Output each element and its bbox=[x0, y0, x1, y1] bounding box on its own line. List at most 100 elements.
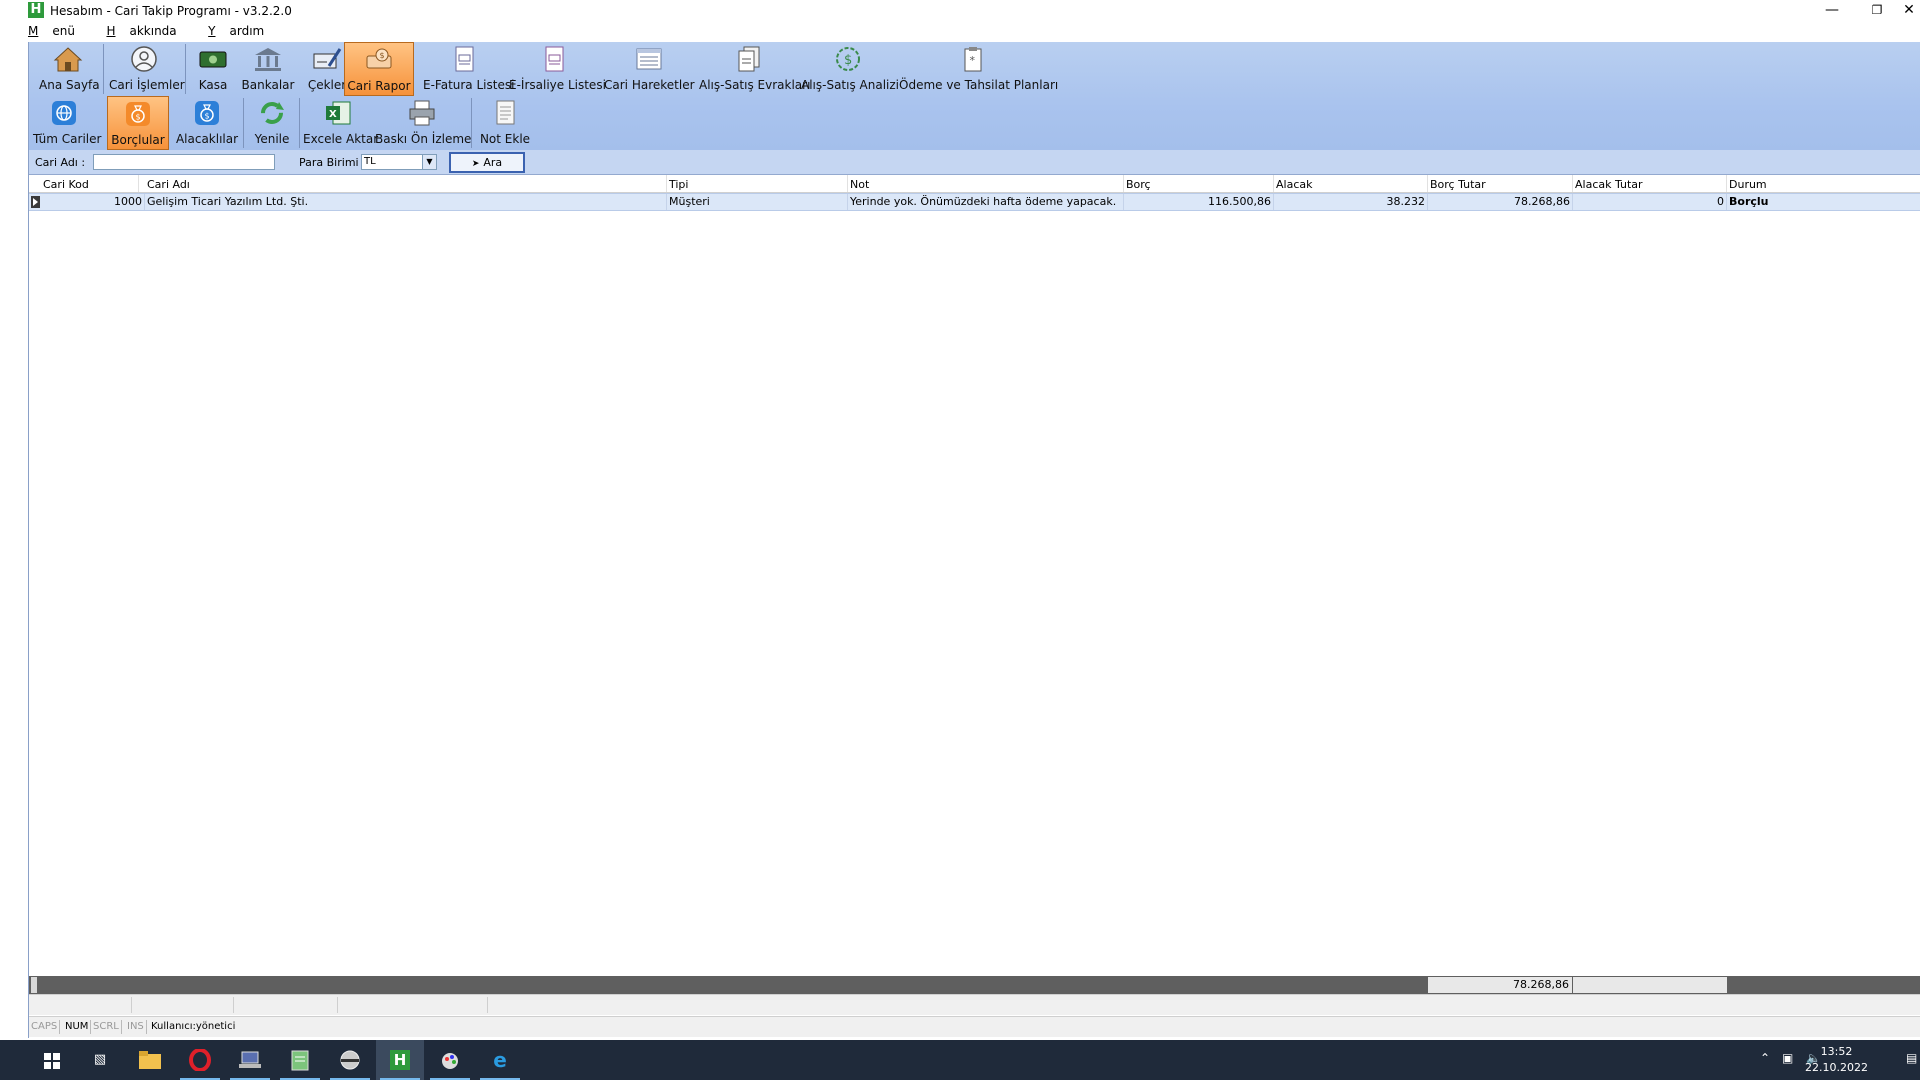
globe-icon bbox=[49, 99, 79, 127]
svg-text:$: $ bbox=[136, 113, 141, 122]
para-birimi-select[interactable]: TL ▼ bbox=[361, 154, 437, 170]
column-header[interactable]: Alacak bbox=[1274, 175, 1428, 192]
menu-menu[interactable]: Menü bbox=[28, 24, 89, 38]
opera-button[interactable] bbox=[176, 1040, 224, 1080]
close-button[interactable]: ✕ bbox=[1898, 0, 1920, 22]
svg-text:$: $ bbox=[844, 53, 852, 68]
laptop-icon bbox=[239, 1051, 261, 1068]
hesabim-app-icon: H bbox=[390, 1050, 410, 1070]
cari-grid: Cari Kod Cari Adı Tipi Not Borç Alacak B… bbox=[29, 175, 1920, 211]
efatura-listesi-button[interactable]: E-Fatura Listesi bbox=[423, 42, 514, 94]
yenile-button[interactable]: Yenile bbox=[249, 96, 295, 148]
excel-icon: X bbox=[323, 99, 353, 127]
menu-yardim[interactable]: Yardım bbox=[208, 24, 278, 38]
alis-satis-evraklari-button[interactable]: Alış-Satış Evrakları bbox=[699, 42, 810, 94]
column-header[interactable]: Borç bbox=[1124, 175, 1274, 192]
odeme-tahsilat-planlari-button[interactable]: * Ödeme ve Tahsilat Planları bbox=[899, 42, 1058, 94]
cheque-icon bbox=[312, 45, 342, 73]
borc-tutar-cell: 78.268,86 bbox=[1428, 194, 1573, 210]
cari-islemler-button[interactable]: Cari İşlemler bbox=[109, 42, 185, 94]
cari-adi-input[interactable] bbox=[93, 154, 275, 170]
start-button[interactable] bbox=[28, 1040, 76, 1080]
cari-adi-label: Cari Adı : bbox=[35, 156, 86, 169]
svg-text:$: $ bbox=[380, 51, 385, 60]
grid-header: Cari Kod Cari Adı Tipi Not Borç Alacak B… bbox=[29, 175, 1920, 193]
list-window-icon bbox=[634, 45, 664, 73]
disk-icon bbox=[340, 1050, 360, 1070]
column-header[interactable]: Cari Adı bbox=[145, 175, 667, 192]
folder-icon bbox=[139, 1051, 161, 1069]
hesabim-taskbar-button[interactable]: H bbox=[376, 1040, 424, 1080]
ana-sayfa-button[interactable]: Ana Sayfa bbox=[39, 42, 100, 94]
alis-satis-analizi-button[interactable]: $ Alış-Satış Analizi bbox=[801, 42, 899, 94]
documents-icon bbox=[734, 45, 764, 73]
menu-bar: Menü Hakkında Yardım bbox=[28, 24, 292, 42]
search-arrow-icon: ➤ bbox=[471, 159, 480, 169]
opera-icon bbox=[189, 1049, 211, 1071]
borc-cell: 116.500,86 bbox=[1124, 194, 1274, 210]
print-preview-icon bbox=[407, 99, 437, 127]
menu-hakkinda[interactable]: Hakkında bbox=[106, 24, 190, 38]
restore-button[interactable]: ❐ bbox=[1857, 0, 1897, 22]
ins-indicator: INS bbox=[125, 1020, 147, 1034]
internet-explorer-button[interactable]: e bbox=[476, 1040, 524, 1080]
toolbar-area: Ana Sayfa Cari İşlemler Kasa Bankalar Çe… bbox=[29, 42, 1920, 150]
minimize-button[interactable]: — bbox=[1812, 0, 1852, 22]
waybill-icon bbox=[539, 45, 569, 73]
eirsaliye-listesi-button[interactable]: E-İrsaliye Listesi bbox=[509, 42, 606, 94]
excele-aktar-button[interactable]: X Excele Aktar bbox=[303, 96, 378, 148]
app-button-3[interactable] bbox=[326, 1040, 374, 1080]
svg-text:*: * bbox=[970, 54, 976, 67]
chevron-down-icon[interactable]: ▼ bbox=[422, 155, 436, 169]
network-icon[interactable]: ▣ bbox=[1782, 1051, 1793, 1065]
paint-icon bbox=[442, 1053, 458, 1069]
note-icon bbox=[490, 99, 520, 127]
column-header[interactable]: Tipi bbox=[667, 175, 848, 192]
cari-hareketler-button[interactable]: Cari Hareketler bbox=[604, 42, 695, 94]
chevron-up-icon[interactable]: ⌃ bbox=[1760, 1051, 1770, 1065]
clock[interactable]: 13:52 22.10.2022 bbox=[1805, 1044, 1868, 1076]
task-view-icon: ▧ bbox=[93, 1052, 107, 1067]
column-header[interactable]: Borç Tutar bbox=[1428, 175, 1573, 192]
column-header[interactable]: Durum bbox=[1727, 175, 1920, 192]
tum-cariler-button[interactable]: Tüm Cariler bbox=[33, 96, 101, 148]
app-button-4[interactable] bbox=[426, 1040, 474, 1080]
file-explorer-button[interactable] bbox=[126, 1040, 174, 1080]
tipi-cell: Müşteri bbox=[667, 194, 848, 210]
caps-indicator: CAPS bbox=[29, 1020, 61, 1034]
notification-icon[interactable]: ▤ bbox=[1906, 1051, 1917, 1065]
durum-cell: Borçlu bbox=[1727, 194, 1920, 210]
ie-icon: e bbox=[493, 1048, 507, 1072]
info-panes bbox=[29, 994, 1920, 1015]
app-button-1[interactable] bbox=[226, 1040, 274, 1080]
app-button-2[interactable] bbox=[276, 1040, 324, 1080]
notepad-icon bbox=[291, 1050, 309, 1071]
app-icon: H bbox=[28, 2, 44, 18]
alacaklilar-button[interactable]: $ Alacaklılar bbox=[175, 96, 239, 148]
filter-bar: Cari Adı : Para Birimi : TL ▼ ➤ Ara bbox=[29, 150, 1920, 175]
money-bag-icon: $ bbox=[192, 99, 222, 127]
cari-adi-cell: Gelişim Ticari Yazılım Ltd. Şti. bbox=[145, 194, 667, 210]
borclular-button[interactable]: $ Borçlular bbox=[107, 96, 169, 150]
bankalar-button[interactable]: Bankalar bbox=[239, 42, 297, 94]
alacak-cell: 38.232 bbox=[1274, 194, 1428, 210]
baski-on-izleme-button[interactable]: Baskı Ön İzleme bbox=[375, 96, 471, 148]
svg-text:$: $ bbox=[205, 112, 210, 121]
footer-borc-tutar-total: 78.268,86 bbox=[1428, 977, 1572, 993]
kasa-button[interactable]: Kasa bbox=[191, 42, 235, 94]
column-header[interactable]: Not bbox=[848, 175, 1124, 192]
row-selector-icon bbox=[31, 196, 40, 208]
cari-kod-cell: 1000 bbox=[41, 194, 145, 210]
user-icon bbox=[129, 45, 159, 73]
money-analysis-icon: $ bbox=[833, 45, 863, 73]
not-ekle-button[interactable]: Not Ekle bbox=[477, 96, 533, 148]
column-header[interactable]: Cari Kod bbox=[41, 175, 139, 192]
ara-button[interactable]: ➤ Ara bbox=[449, 152, 525, 173]
task-view-button[interactable]: ▧ bbox=[76, 1040, 124, 1080]
refresh-icon bbox=[257, 99, 287, 127]
table-row[interactable]: 1000 Gelişim Ticari Yazılım Ltd. Şti. Mü… bbox=[29, 193, 1920, 211]
invoice-icon bbox=[449, 45, 479, 73]
column-header[interactable]: Alacak Tutar bbox=[1573, 175, 1727, 192]
main-window: Ana Sayfa Cari İşlemler Kasa Bankalar Çe… bbox=[28, 42, 1920, 1038]
cari-rapor-button[interactable]: $ Cari Rapor bbox=[344, 42, 414, 96]
